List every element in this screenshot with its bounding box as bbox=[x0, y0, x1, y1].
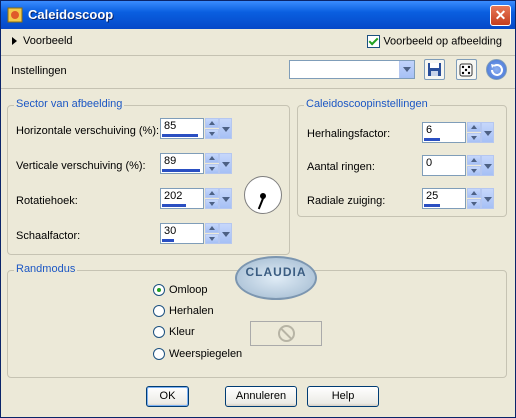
ring-count-value: 0 bbox=[426, 157, 433, 169]
spin-up-icon[interactable] bbox=[467, 155, 481, 165]
scale-factor-spinner[interactable]: 30 bbox=[160, 223, 232, 244]
radial-suction-value: 25 bbox=[426, 190, 439, 202]
spin-up-icon[interactable] bbox=[205, 153, 219, 163]
horizontal-offset-spinner[interactable]: 85 bbox=[160, 118, 232, 139]
dice-icon bbox=[459, 63, 473, 77]
rotation-angle-spinner[interactable]: 202 bbox=[160, 188, 232, 209]
checkbox-icon bbox=[367, 35, 381, 48]
chevron-down-icon[interactable] bbox=[481, 122, 494, 143]
edge-mode-option-label: Kleur bbox=[169, 326, 195, 338]
preview-on-image-label: Voorbeeld op afbeelding bbox=[383, 35, 502, 48]
edge-mode-group-title: Randmodus bbox=[14, 263, 78, 275]
spin-up-icon[interactable] bbox=[467, 122, 481, 132]
preview-label: Voorbeeld bbox=[23, 35, 73, 47]
horizontal-offset-label: Horizontale verschuiving (%): bbox=[16, 125, 160, 137]
kaleidoscope-group-title: Caleidoscoopinstellingen bbox=[304, 98, 430, 110]
preset-select[interactable] bbox=[289, 60, 415, 79]
spin-down-icon[interactable] bbox=[205, 164, 219, 174]
repeat-factor-label: Herhalingsfactor: bbox=[307, 128, 391, 140]
app-icon bbox=[7, 7, 23, 23]
chevron-down-icon[interactable] bbox=[219, 188, 232, 209]
value-bar bbox=[162, 134, 198, 137]
reset-arrow-icon bbox=[491, 64, 503, 76]
rotation-dial[interactable] bbox=[244, 176, 282, 214]
cancel-button[interactable]: Annuleren bbox=[225, 386, 297, 407]
edge-mode-option-repeat[interactable]: Herhalen bbox=[153, 305, 214, 318]
repeat-factor-spinner[interactable]: 6 bbox=[422, 122, 494, 143]
settings-label: Instellingen bbox=[11, 65, 67, 77]
chevron-down-icon[interactable] bbox=[481, 188, 494, 209]
value-bar bbox=[424, 204, 440, 207]
spin-down-icon[interactable] bbox=[205, 199, 219, 209]
scale-factor-value: 30 bbox=[164, 225, 177, 237]
spin-up-icon[interactable] bbox=[467, 188, 481, 198]
edge-mode-option-wrap[interactable]: Omloop bbox=[153, 284, 208, 297]
rotation-angle-label: Rotatiehoek: bbox=[16, 195, 78, 207]
watermark-text: CLAUDIA bbox=[245, 265, 307, 279]
close-button[interactable]: ✕ bbox=[490, 5, 511, 26]
expand-arrow-icon bbox=[12, 37, 17, 46]
radial-suction-spinner[interactable]: 25 bbox=[422, 188, 494, 209]
save-preset-button[interactable] bbox=[424, 59, 445, 80]
repeat-factor-value: 6 bbox=[426, 124, 433, 136]
help-button[interactable]: Help bbox=[307, 386, 379, 407]
value-bar bbox=[162, 169, 200, 172]
edge-mode-option-reflect[interactable]: Weerspiegelen bbox=[153, 348, 243, 361]
chevron-down-icon[interactable] bbox=[219, 118, 232, 139]
radio-icon bbox=[153, 326, 165, 339]
spin-up-icon[interactable] bbox=[205, 223, 219, 233]
ring-count-spinner[interactable]: 0 bbox=[422, 155, 494, 176]
radio-selected-icon bbox=[153, 284, 165, 297]
color-swatch[interactable] bbox=[250, 321, 322, 346]
spin-up-icon[interactable] bbox=[205, 118, 219, 128]
scale-factor-input[interactable]: 30 bbox=[160, 223, 204, 244]
vertical-offset-spinner[interactable]: 89 bbox=[160, 153, 232, 174]
ok-button[interactable]: OK bbox=[146, 386, 189, 407]
watermark-logo: CLAUDIA bbox=[235, 256, 317, 300]
chevron-down-icon[interactable] bbox=[219, 223, 232, 244]
spin-down-icon[interactable] bbox=[205, 129, 219, 139]
radial-suction-label: Radiale zuiging: bbox=[307, 195, 386, 207]
horizontal-offset-value: 85 bbox=[164, 120, 177, 132]
spin-down-icon[interactable] bbox=[467, 133, 481, 143]
no-symbol-icon bbox=[278, 325, 295, 342]
spin-down-icon[interactable] bbox=[467, 199, 481, 209]
preview-on-image-checkbox[interactable]: Voorbeeld op afbeelding bbox=[367, 35, 502, 48]
scale-factor-label: Schaalfactor: bbox=[16, 230, 81, 242]
edge-mode-option-label: Weerspiegelen bbox=[169, 348, 243, 360]
edge-mode-option-color[interactable]: Kleur bbox=[153, 326, 195, 339]
dial-knob bbox=[260, 193, 266, 199]
spin-up-icon[interactable] bbox=[205, 188, 219, 198]
rotation-angle-input[interactable]: 202 bbox=[160, 188, 204, 209]
radio-icon bbox=[153, 348, 165, 361]
sector-group-title: Sector van afbeelding bbox=[14, 98, 125, 110]
chevron-down-icon[interactable] bbox=[399, 61, 414, 78]
preview-toggle[interactable]: Voorbeeld bbox=[12, 35, 73, 47]
chevron-down-icon[interactable] bbox=[481, 155, 494, 176]
chevron-down-icon[interactable] bbox=[219, 153, 232, 174]
dialog-window: Caleidoscoop ✕ Voorbeeld Voorbeeld op af… bbox=[0, 0, 516, 418]
window-title: Caleidoscoop bbox=[28, 7, 114, 22]
randomize-button[interactable] bbox=[456, 59, 477, 80]
value-bar bbox=[162, 239, 174, 242]
edge-mode-option-label: Omloop bbox=[169, 284, 208, 296]
spin-down-icon[interactable] bbox=[205, 234, 219, 244]
radio-icon bbox=[153, 305, 165, 318]
vertical-offset-input[interactable]: 89 bbox=[160, 153, 204, 174]
floppy-disk-icon bbox=[428, 63, 441, 76]
ring-count-input[interactable]: 0 bbox=[422, 155, 466, 176]
spin-down-icon[interactable] bbox=[467, 166, 481, 176]
edge-mode-option-label: Herhalen bbox=[169, 305, 214, 317]
radial-suction-input[interactable]: 25 bbox=[422, 188, 466, 209]
value-bar bbox=[162, 204, 186, 207]
ring-count-label: Aantal ringen: bbox=[307, 161, 375, 173]
vertical-offset-label: Verticale verschuiving (%): bbox=[16, 160, 146, 172]
reset-button[interactable] bbox=[486, 59, 507, 80]
value-bar bbox=[424, 138, 440, 141]
title-bar[interactable]: Caleidoscoop ✕ bbox=[1, 1, 515, 29]
vertical-offset-value: 89 bbox=[164, 155, 177, 167]
rotation-angle-value: 202 bbox=[164, 190, 183, 202]
horizontal-offset-input[interactable]: 85 bbox=[160, 118, 204, 139]
repeat-factor-input[interactable]: 6 bbox=[422, 122, 466, 143]
